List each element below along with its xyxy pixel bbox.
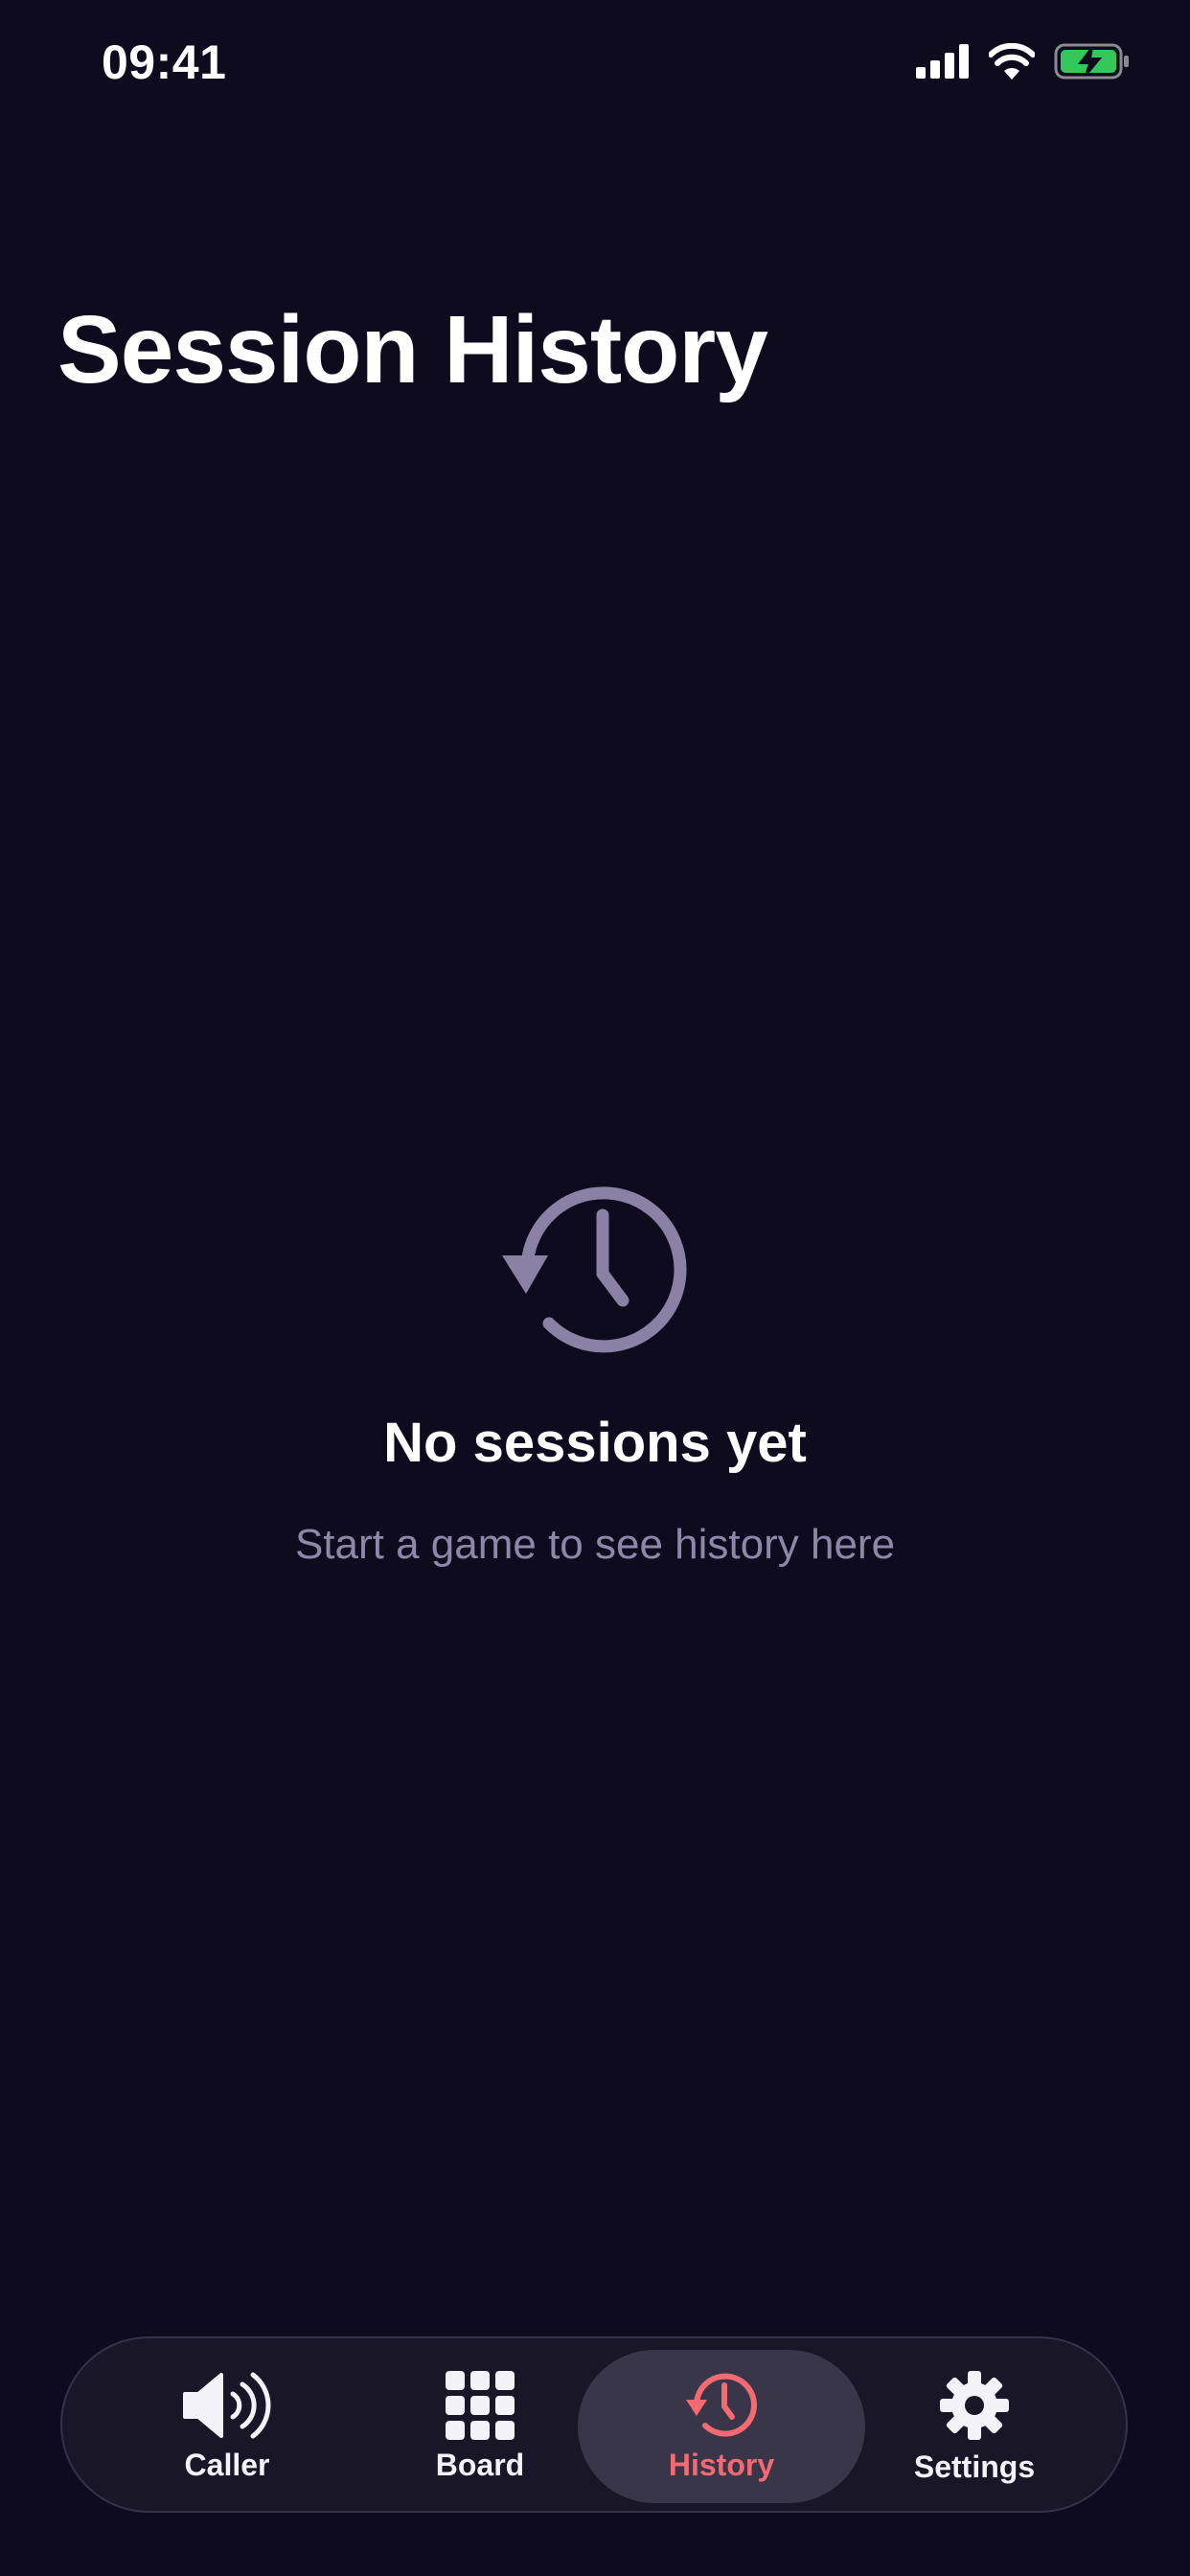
tab-bar: Caller Board History Settings xyxy=(60,2336,1128,2513)
empty-state-title: No sessions yet xyxy=(383,1412,807,1474)
tab-settings[interactable]: Settings xyxy=(831,2350,1118,2503)
grid-icon xyxy=(446,2370,515,2440)
status-icons xyxy=(916,42,1131,80)
history-icon xyxy=(686,2373,757,2437)
signal-icon xyxy=(916,44,969,79)
status-time: 09:41 xyxy=(102,35,227,89)
tab-caller-label: Caller xyxy=(184,2447,270,2482)
tab-history[interactable]: History xyxy=(578,2350,865,2503)
tab-settings-label: Settings xyxy=(913,2449,1036,2484)
battery-charging-icon xyxy=(1054,43,1129,80)
tab-caller[interactable]: Caller xyxy=(83,2350,371,2503)
empty-state-subtitle: Start a game to see history here xyxy=(294,1521,896,1568)
page-title: Session History xyxy=(57,296,768,403)
tab-board-label: Board xyxy=(435,2447,525,2482)
history-icon xyxy=(502,1186,687,1353)
tab-history-label: History xyxy=(668,2447,775,2482)
wifi-icon xyxy=(989,43,1035,80)
empty-state: No sessions yet Start a game to see hist… xyxy=(0,1179,1190,1569)
speaker-icon xyxy=(183,2372,271,2438)
gear-icon xyxy=(940,2370,1009,2440)
status-bar: 09:41 xyxy=(0,0,1190,134)
